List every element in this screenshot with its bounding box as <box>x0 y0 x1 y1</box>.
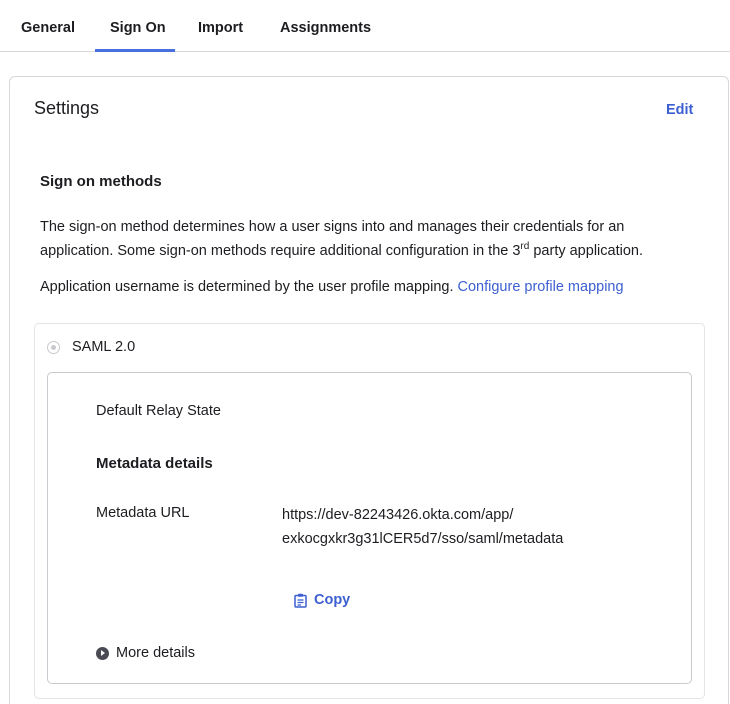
tab-general[interactable]: General <box>21 20 75 36</box>
tab-import[interactable]: Import <box>198 20 243 36</box>
chevron-right-icon <box>96 646 109 660</box>
configure-profile-mapping-link[interactable]: Configure profile mapping <box>458 279 624 295</box>
copy-button[interactable]: Copy <box>294 589 350 611</box>
default-relay-state-label: Default Relay State <box>96 403 221 419</box>
metadata-url-label: Metadata URL <box>96 505 190 521</box>
more-details-label: More details <box>116 645 195 661</box>
ordinal-suffix: rd <box>520 241 530 253</box>
metadata-details-title: Metadata details <box>96 455 213 472</box>
metadata-url-text: https://dev-82243426.okta.com/app/exkocg… <box>282 507 564 547</box>
username-text: Application username is determined by th… <box>40 279 458 295</box>
copy-label: Copy <box>314 592 351 608</box>
tab-bar: General Sign On Import Assignments <box>0 0 730 52</box>
sign-on-description: The sign-on method determines how a user… <box>40 215 690 263</box>
tab-assignments[interactable]: Assignments <box>280 20 371 36</box>
settings-card: Settings Edit Sign on methods The sign-o… <box>9 76 729 704</box>
saml-method-box: SAML 2.0 Default Relay State Metadata de… <box>34 323 705 699</box>
active-tab-indicator <box>95 49 175 52</box>
more-details-toggle[interactable]: More details <box>96 645 195 661</box>
username-description: Application username is determined by th… <box>40 275 690 299</box>
saml-radio[interactable] <box>47 341 60 354</box>
clipboard-icon <box>294 593 307 608</box>
settings-title: Settings <box>34 98 100 118</box>
edit-button[interactable]: Edit <box>666 102 693 118</box>
saml-label: SAML 2.0 <box>72 339 136 355</box>
saml-details-panel: Default Relay State Metadata details Met… <box>47 372 692 684</box>
sign-on-description-end: party application. <box>529 243 643 259</box>
sign-on-methods-title: Sign on methods <box>40 173 162 190</box>
metadata-url-value: https://dev-82243426.okta.com/app/exkocg… <box>282 503 662 551</box>
tab-sign-on[interactable]: Sign On <box>110 20 166 36</box>
